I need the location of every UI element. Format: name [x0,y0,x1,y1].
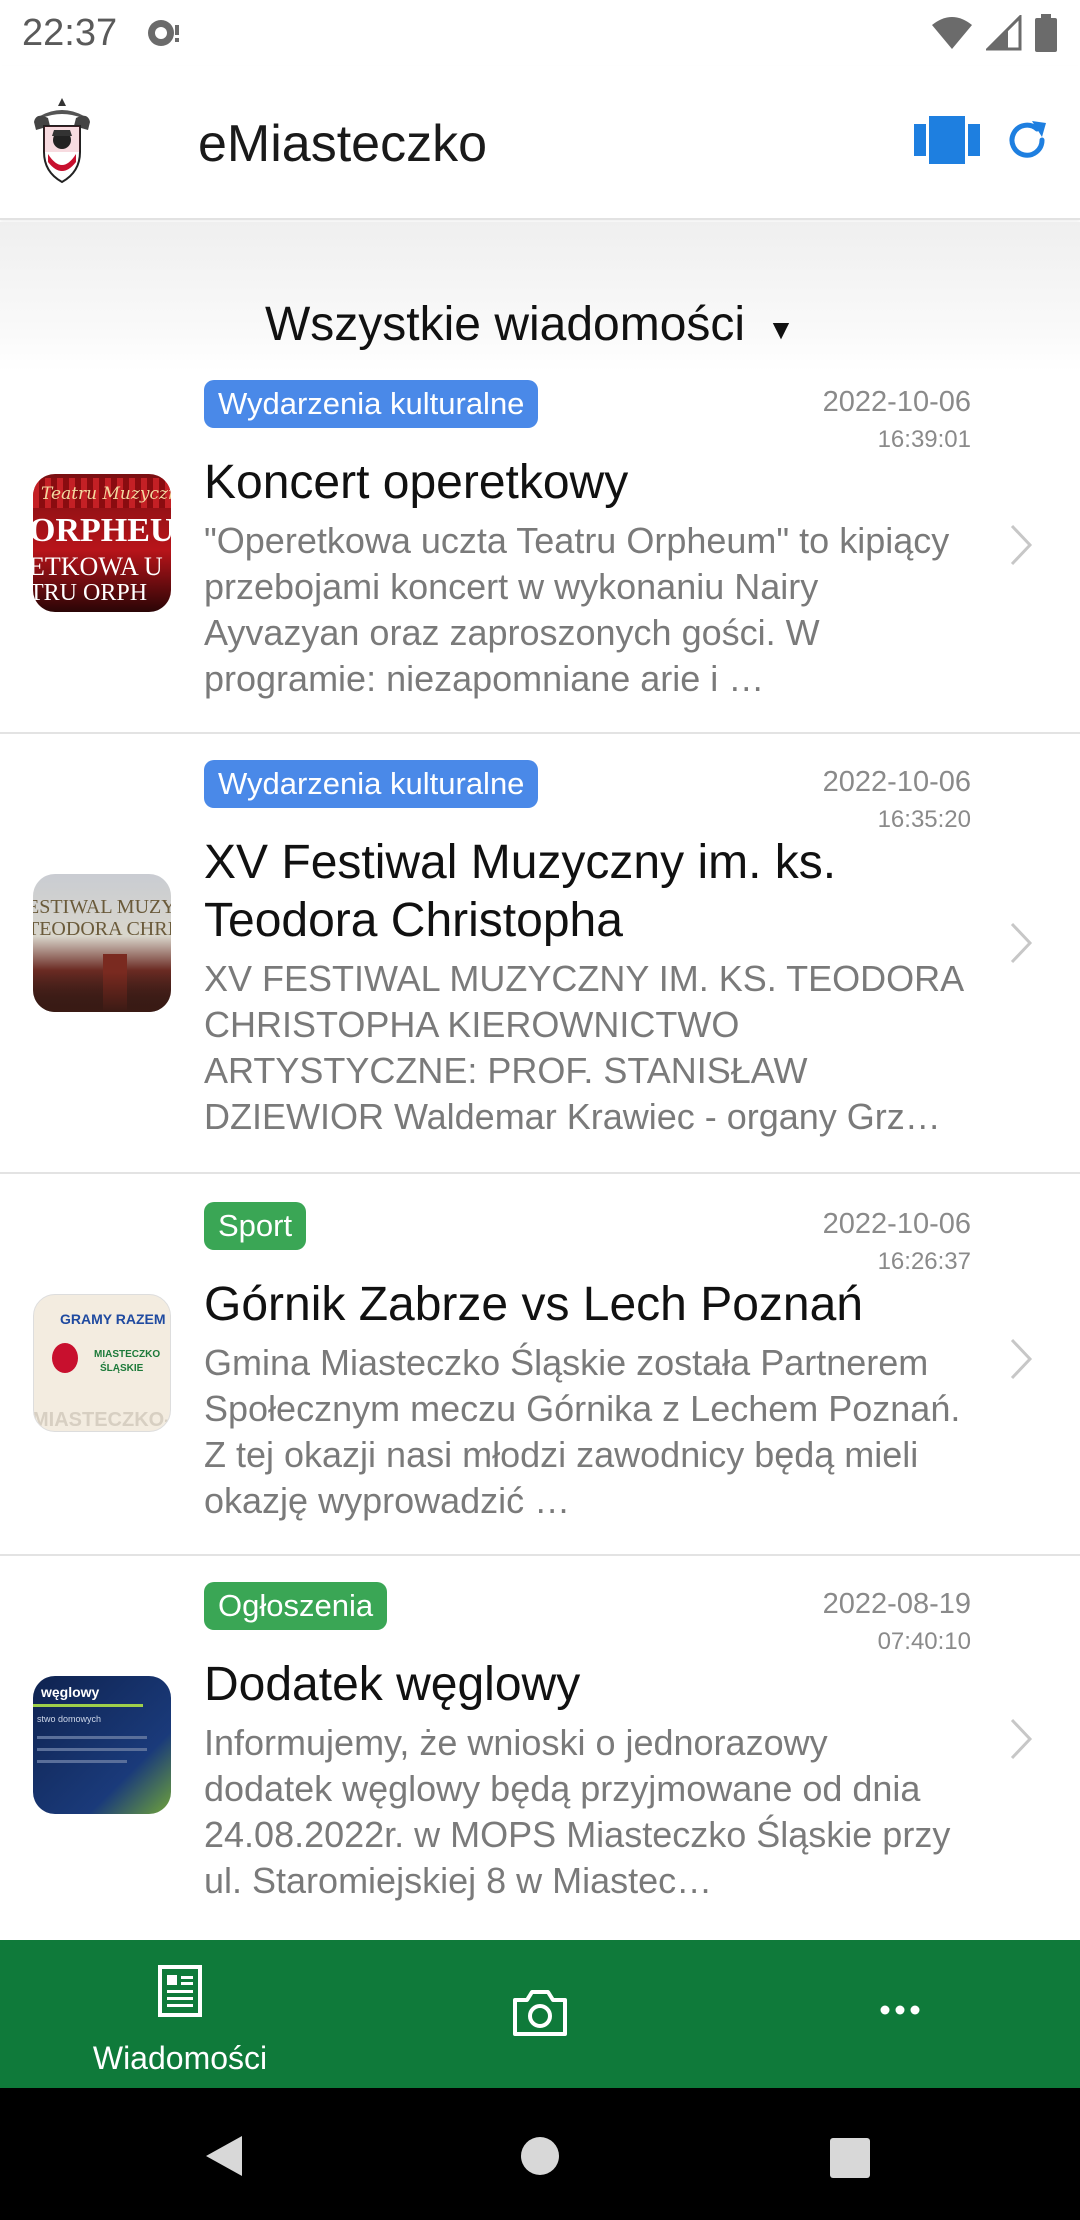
news-time: 16:39:01 [877,426,971,453]
news-thumbnail: węglowy stwo domowych [33,1676,171,1814]
wifi-icon [932,17,972,49]
category-badge: Wydarzenia kulturalne [204,760,539,808]
signal-icon [986,15,1022,51]
status-bar: 22:37 [0,0,1080,66]
camera-icon [513,1990,567,2036]
news-item[interactable]: Teatru Muzyczn ORPHEU ETKOWA U TRU ORPH … [0,372,1080,734]
news-time: 07:40:10 [877,1628,971,1655]
news-date: 2022-08-19 [822,1588,971,1620]
news-excerpt: "Operetkowa uczta Teatru Orpheum" to kip… [204,520,950,699]
news-item[interactable]: GRAMY RAZEM MIASTECZKO ŚLĄSKIE MIASTECZK… [0,1174,1080,1556]
app-bar: eMiasteczko [0,66,1080,220]
home-icon[interactable] [520,2136,560,2176]
status-icons [930,14,1058,52]
news-title: Górnik Zabrze vs Lech Poznań [204,1278,863,1331]
tab-news[interactable]: Wiadomości [0,1940,360,2088]
newspaper-icon [158,1965,202,2017]
news-date: 2022-10-06 [822,766,971,798]
thumb-caption: ESTIWAL MUZY [33,896,171,918]
recents-icon[interactable] [830,2138,870,2178]
refresh-icon[interactable] [1004,117,1050,163]
notification-icon [148,20,180,46]
battery-icon [1035,14,1057,52]
thumb-caption: ŚLĄSKIE [100,1363,144,1374]
news-title: XV Festiwal Muzyczny im. ks. Teodora Chr… [204,836,837,947]
layout-toggle-icon[interactable] [914,116,980,164]
news-thumbnail: GRAMY RAZEM MIASTECZKO ŚLĄSKIE MIASTECZK… [33,1294,171,1432]
news-date: 2022-10-06 [822,386,971,418]
status-time: 22:37 [22,11,118,54]
tab-news-label: Wiadomości [92,2040,268,2076]
filter-row: Wszystkie wiadomości ▼ [0,222,1080,372]
category-badge: Sport [204,1202,307,1250]
news-item[interactable]: węglowy stwo domowych Ogłoszenia 2022-08… [0,1556,1080,1936]
chevron-right-icon [1010,524,1033,566]
app-actions [914,116,1050,164]
thumb-caption: stwo domowych [37,1714,102,1724]
back-icon[interactable] [204,2134,244,2178]
app-title: eMiasteczko [198,115,487,173]
news-time: 16:35:20 [877,806,971,833]
thumb-caption: Teatru Muzyczn [41,484,171,504]
thumb-caption: MIASTECZKO-ŚL [33,1409,171,1431]
chevron-right-icon [1010,1338,1033,1380]
thumb-caption: ETKOWA U [33,552,163,581]
news-excerpt: Informujemy, że wnioski o jednorazowy do… [204,1722,951,1901]
news-title: Dodatek węglowy [204,1658,581,1711]
news-title: Koncert operetkowy [204,456,629,509]
thumb-caption: TRU ORPH [33,580,148,606]
news-excerpt: Gmina Miasteczko Śląskie została Partner… [204,1342,961,1521]
thumb-caption: ORPHEU [33,512,171,549]
news-thumbnail: ESTIWAL MUZY TEODORA CHRIS [33,874,171,1012]
caret-down-icon: ▼ [767,313,795,345]
news-date: 2022-10-06 [822,1208,971,1240]
news-list: Teatru Muzyczn ORPHEU ETKOWA U TRU ORPH … [0,372,1080,1936]
thumb-caption: MIASTECZKO [94,1349,161,1360]
thumb-caption: GRAMY RAZEM [60,1311,166,1327]
chevron-right-icon [1010,922,1033,964]
thumb-caption: węglowy [41,1684,100,1700]
news-time: 16:26:37 [877,1248,971,1275]
news-thumbnail: Teatru Muzyczn ORPHEU ETKOWA U TRU ORPH [33,474,171,612]
thumb-caption: TEODORA CHRIS [33,918,171,940]
tab-more[interactable] [720,1940,1080,2088]
more-icon [880,2005,920,2015]
coat-of-arms-logo [34,98,90,184]
system-navigation-bar [0,2088,1080,2220]
category-badge: Wydarzenia kulturalne [204,380,539,428]
news-excerpt: XV FESTIWAL MUZYCZNY IM. KS. TEODORA CHR… [204,958,963,1137]
bottom-navigation: Wiadomości [0,1940,1080,2088]
chevron-right-icon [1010,1718,1033,1760]
news-item[interactable]: ESTIWAL MUZY TEODORA CHRIS Wydarzenia ku… [0,734,1080,1174]
category-badge: Ogłoszenia [204,1582,388,1630]
category-filter-dropdown[interactable]: Wszystkie wiadomości ▼ [265,297,795,352]
filter-label: Wszystkie wiadomości [265,298,746,351]
tab-camera[interactable] [360,1940,720,2088]
